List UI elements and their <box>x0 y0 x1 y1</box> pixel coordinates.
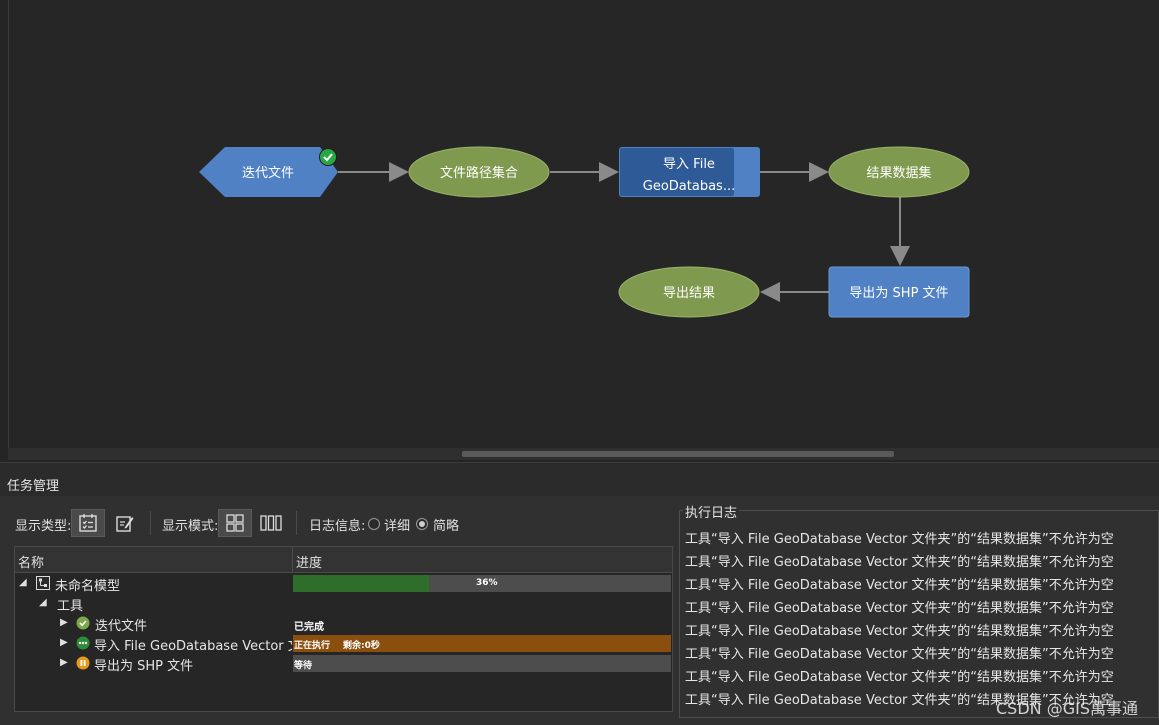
node-iterate-files-label: 迭代文件 <box>242 166 294 181</box>
watermark: CSDN @GIS萬事通 <box>996 699 1138 718</box>
row-iterate-status: 已完成 <box>294 622 324 633</box>
row-import-name: 导入 File GeoDatabase Vector 文件夹 <box>94 639 292 654</box>
columns-icon <box>260 515 282 531</box>
row-import-status: 正在执行 <box>294 641 331 651</box>
toolbar-separator <box>296 511 297 535</box>
display-mode-grid-button[interactable] <box>218 509 252 537</box>
row-model-name: 未命名模型 <box>55 579 121 594</box>
table-row[interactable]: ◢ 工具 <box>15 593 672 614</box>
log-line: 工具“导入 File GeoDatabase Vector 文件夹”的“结果数据… <box>685 670 1114 685</box>
toolbar-separator <box>150 511 151 535</box>
node-export-shp-label: 导出为 SHP 文件 <box>849 286 948 301</box>
node-iterate-files[interactable]: 迭代文件 <box>199 147 338 197</box>
node-import-tool-label-2: GeoDatabas... <box>643 179 735 194</box>
log-detail-radio[interactable] <box>368 518 380 530</box>
horizontal-scrollbar[interactable] <box>8 448 1159 460</box>
row-export-status: 等待 <box>294 661 313 671</box>
completed-icon <box>76 616 90 630</box>
log-line: 工具“导入 File GeoDatabase Vector 文件夹”的“结果数据… <box>685 647 1114 662</box>
log-line: 工具“导入 File GeoDatabase Vector 文件夹”的“结果数据… <box>685 601 1114 616</box>
row-import-remaining: 剩余:0秒 <box>343 641 380 651</box>
check-icon <box>319 148 337 166</box>
node-result-dataset[interactable]: 结果数据集 <box>828 146 970 198</box>
row-tools-name: 工具 <box>57 599 84 614</box>
collapse-arrow-icon[interactable]: ◢ <box>19 577 27 588</box>
export-progress-bar: 等待 <box>293 655 671 672</box>
table-row[interactable]: ▶ 导入 File GeoDatabase Vector 文件夹 正在执行 剩余… <box>15 633 672 654</box>
model-diagram: 迭代文件 文件路径集合 导入 File GeoDatabas... 结果数据集 … <box>199 146 970 318</box>
column-progress-header[interactable]: 进度 <box>296 552 322 571</box>
waiting-icon <box>76 656 90 670</box>
log-line: 工具“导入 File GeoDatabase Vector 文件夹”的“结果数据… <box>685 532 1114 547</box>
node-export-shp[interactable]: 导出为 SHP 文件 <box>828 266 970 318</box>
execution-log-title: 执行日志 <box>683 502 740 521</box>
import-progress-bar: 正在执行 剩余:0秒 <box>293 635 671 652</box>
log-brief-label[interactable]: 简略 <box>433 515 459 534</box>
display-mode-label: 显示模式: <box>162 519 219 534</box>
running-icon <box>76 636 90 650</box>
row-export-name: 导出为 SHP 文件 <box>94 659 194 674</box>
node-file-path-set-label: 文件路径集合 <box>440 165 518 181</box>
log-line: 工具“导入 File GeoDatabase Vector 文件夹”的“结果数据… <box>685 624 1114 639</box>
task-panel-title: 任务管理 <box>7 479 60 494</box>
model-canvas[interactable]: 迭代文件 文件路径集合 导入 File GeoDatabas... 结果数据集 … <box>0 0 1159 462</box>
table-row[interactable]: ◢ 未命名模型 36% <box>15 573 672 594</box>
table-row[interactable]: ▶ 迭代文件 已完成 <box>15 613 672 634</box>
log-brief-radio[interactable] <box>416 518 428 530</box>
log-info-label: 日志信息: <box>309 519 366 534</box>
node-import-tool[interactable]: 导入 File GeoDatabas... <box>619 147 760 197</box>
display-type-task-button[interactable] <box>71 509 105 537</box>
scrollbar-thumb[interactable] <box>462 451 894 457</box>
grid-icon <box>226 514 244 532</box>
column-name-header[interactable]: 名称 <box>18 552 44 571</box>
display-type-label: 显示类型: <box>15 519 72 534</box>
collapse-arrow-icon[interactable]: ◢ <box>39 597 47 608</box>
display-mode-columns-button[interactable] <box>254 509 288 537</box>
task-list-icon <box>79 514 97 532</box>
model-progress-bar: 36% <box>293 575 671 592</box>
expand-arrow-icon[interactable]: ▶ <box>60 637 68 648</box>
model-progress-fill <box>293 575 430 592</box>
display-type-edit-button[interactable] <box>108 509 142 537</box>
column-splitter[interactable] <box>292 547 293 572</box>
task-tree[interactable]: 名称 进度 ◢ 未命名模型 36% ◢ 工具 ▶ 迭代文件 已完成 ▶ 导入 F… <box>14 546 673 712</box>
panel-splitter[interactable] <box>0 462 1159 471</box>
node-result-dataset-label: 结果数据集 <box>866 165 931 181</box>
node-file-path-set[interactable]: 文件路径集合 <box>408 146 550 198</box>
node-export-result[interactable]: 导出结果 <box>618 266 760 318</box>
log-line: 工具“导入 File GeoDatabase Vector 文件夹”的“结果数据… <box>685 555 1114 570</box>
node-export-result-label: 导出结果 <box>663 286 715 301</box>
row-iterate-name: 迭代文件 <box>95 619 148 634</box>
edit-document-icon <box>116 516 134 532</box>
model-progress-text: 36% <box>476 578 498 588</box>
tree-header: 名称 进度 <box>15 547 672 573</box>
log-line: 工具“导入 File GeoDatabase Vector 文件夹”的“结果数据… <box>685 578 1114 593</box>
table-row[interactable]: ▶ 导出为 SHP 文件 等待 <box>15 653 672 674</box>
node-import-tool-label-1: 导入 File <box>663 157 715 172</box>
expand-arrow-icon[interactable]: ▶ <box>60 657 68 668</box>
log-detail-label[interactable]: 详细 <box>384 515 410 534</box>
model-icon <box>36 576 50 590</box>
expand-arrow-icon[interactable]: ▶ <box>60 617 68 628</box>
